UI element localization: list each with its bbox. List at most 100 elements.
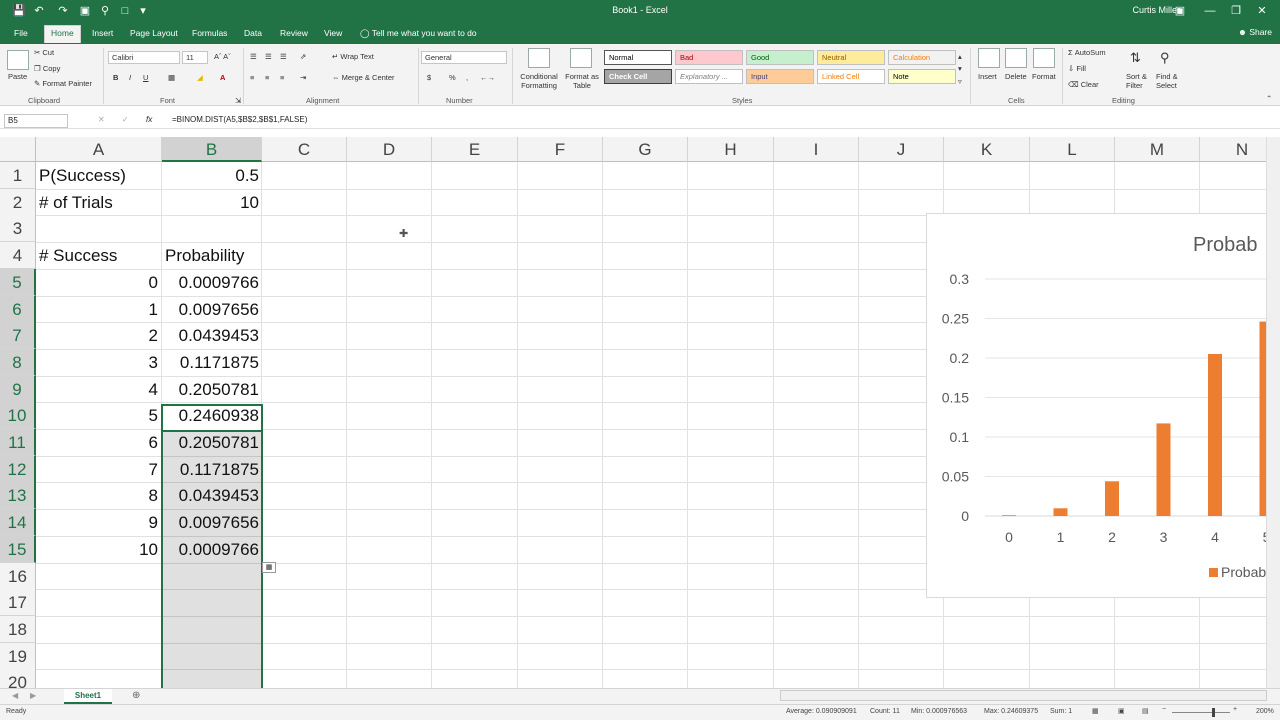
- quick-analysis-icon[interactable]: ▦: [262, 562, 276, 573]
- find-select-button[interactable]: Find & Select: [1156, 72, 1186, 90]
- row-header-8[interactable]: 8: [0, 348, 36, 376]
- percent-button[interactable]: %: [449, 73, 456, 82]
- find-icon[interactable]: ⚲: [1160, 50, 1170, 66]
- column-header-d[interactable]: D: [347, 137, 432, 162]
- zoom-in-icon[interactable]: +: [1233, 706, 1237, 713]
- restore-icon[interactable]: ❐: [1226, 3, 1246, 19]
- zoom-slider-thumb[interactable]: [1212, 708, 1215, 717]
- sort-filter-button[interactable]: Sort & Filter: [1126, 72, 1156, 90]
- number-format-box[interactable]: General: [421, 51, 507, 64]
- page-break-view-icon[interactable]: ▤: [1142, 707, 1149, 715]
- tab-home[interactable]: Home: [44, 25, 81, 43]
- wrap-text-button[interactable]: ↵ Wrap Text: [332, 52, 374, 61]
- tab-data[interactable]: Data: [238, 26, 268, 44]
- format-cells-icon[interactable]: [1033, 48, 1055, 68]
- style-check-cell[interactable]: Check Cell: [604, 69, 672, 84]
- column-header-e[interactable]: E: [432, 137, 518, 162]
- autosum-button[interactable]: Σ AutoSum: [1068, 48, 1106, 57]
- align-bottom-icon[interactable]: ☰: [280, 52, 287, 61]
- copy-button[interactable]: ❐ Copy: [34, 64, 60, 73]
- cell-b13[interactable]: 0.0439453: [162, 482, 263, 509]
- insert-cells-button[interactable]: Insert: [978, 72, 997, 81]
- column-header-m[interactable]: M: [1115, 137, 1200, 162]
- cell-b15[interactable]: 0.0009766: [162, 536, 263, 563]
- page-layout-view-icon[interactable]: ▣: [1118, 707, 1125, 715]
- tab-formulas[interactable]: Formulas: [186, 26, 233, 44]
- ribbon-display-icon[interactable]: ▣: [1170, 3, 1190, 19]
- cell-b12[interactable]: 0.1171875: [162, 456, 263, 483]
- normal-view-icon[interactable]: ▦: [1092, 707, 1099, 715]
- format-table-icon[interactable]: [570, 48, 592, 68]
- row-header-13[interactable]: 13: [0, 482, 36, 510]
- name-box[interactable]: B5: [4, 114, 68, 128]
- fill-color-icon[interactable]: ◢: [197, 73, 203, 82]
- row-header-6[interactable]: 6: [0, 295, 36, 323]
- cell-a2[interactable]: # of Trials: [36, 189, 162, 216]
- row-header-9[interactable]: 9: [0, 375, 36, 403]
- decimal-icon[interactable]: ←→: [480, 73, 495, 82]
- share-button[interactable]: ☻ Share: [1238, 27, 1272, 37]
- cell-b6[interactable]: 0.0097656: [162, 296, 263, 323]
- column-header-c[interactable]: C: [262, 137, 347, 162]
- clear-button[interactable]: ⌫ Clear: [1068, 80, 1099, 89]
- sheet-tab-sheet1[interactable]: Sheet1: [64, 689, 112, 704]
- cell-a15[interactable]: 10: [36, 536, 162, 563]
- align-middle-icon[interactable]: ☰: [265, 52, 272, 61]
- tab-file[interactable]: File: [8, 26, 34, 44]
- paste-icon[interactable]: [7, 50, 29, 70]
- cell-a14[interactable]: 9: [36, 509, 162, 536]
- row-header-4[interactable]: 4: [0, 242, 36, 270]
- cell-b7[interactable]: 0.0439453: [162, 322, 263, 349]
- align-top-icon[interactable]: ☰: [250, 52, 257, 61]
- zoom-out-icon[interactable]: −: [1162, 706, 1166, 713]
- underline-button[interactable]: U: [143, 73, 148, 82]
- cell-a12[interactable]: 7: [36, 456, 162, 483]
- worksheet-grid[interactable]: ABCDEFGHIJKLMN 1 2 3 4 5 6 7 8 9 10 11 12 13 14 15 16 17…: [0, 137, 1266, 688]
- fill-button[interactable]: ⇩ Fill: [1068, 64, 1086, 73]
- merge-center-button[interactable]: ⇔ Merge & Center: [332, 73, 395, 82]
- column-header-l[interactable]: L: [1030, 137, 1115, 162]
- column-header-k[interactable]: K: [944, 137, 1030, 162]
- cell-a8[interactable]: 3: [36, 349, 162, 376]
- cell-a9[interactable]: 4: [36, 376, 162, 403]
- cell-a10[interactable]: 5: [36, 402, 162, 429]
- row-header-7[interactable]: 7: [0, 322, 36, 350]
- horizontal-scrollbar[interactable]: [780, 690, 1267, 701]
- tab-page-layout[interactable]: Page Layout: [124, 26, 184, 44]
- style-good[interactable]: Good: [746, 50, 814, 65]
- cell-b10[interactable]: 0.2460938: [162, 402, 263, 429]
- paste-button[interactable]: Paste: [8, 72, 27, 81]
- chart-bar-1[interactable]: [1053, 508, 1068, 516]
- orientation-icon[interactable]: ⇗: [300, 52, 306, 61]
- formula-input[interactable]: =BINOM.DIST(A5,$B$2,$B$1,FALSE): [172, 115, 307, 124]
- cell-a6[interactable]: 1: [36, 296, 162, 323]
- style-explanatory[interactable]: Explanatory ...: [675, 69, 743, 84]
- row-header-14[interactable]: 14: [0, 509, 36, 537]
- chart-bar-2[interactable]: [1105, 481, 1119, 516]
- tell-me-box[interactable]: ◯ Tell me what you want to do: [354, 26, 483, 44]
- cell-a5[interactable]: 0: [36, 269, 162, 296]
- chart-object[interactable]: Probab 0.30.250.20.150.10.050012345 Prob…: [926, 213, 1266, 598]
- borders-icon[interactable]: ▦: [168, 73, 175, 82]
- row-header-19[interactable]: 19: [0, 642, 36, 670]
- tab-view[interactable]: View: [318, 26, 348, 44]
- gallery-more-icon[interactable]: ▿: [958, 77, 962, 86]
- enter-icon[interactable]: ✓: [122, 115, 129, 124]
- row-header-12[interactable]: 12: [0, 455, 36, 483]
- cell-a11[interactable]: 6: [36, 429, 162, 456]
- column-header-b[interactable]: B: [162, 137, 262, 162]
- align-left-icon[interactable]: ≡: [250, 73, 254, 82]
- cell-a7[interactable]: 2: [36, 322, 162, 349]
- cell-a4[interactable]: # Success: [36, 242, 162, 269]
- column-header-g[interactable]: G: [603, 137, 688, 162]
- sort-filter-icon[interactable]: ⇅: [1130, 50, 1141, 66]
- cancel-icon[interactable]: ✕: [98, 115, 105, 124]
- row-header-11[interactable]: 11: [0, 429, 36, 456]
- new-sheet-icon[interactable]: ⊕: [132, 690, 140, 701]
- next-sheet-icon[interactable]: ▶: [30, 691, 36, 700]
- cell-b11[interactable]: 0.2050781: [162, 429, 263, 456]
- cell-a13[interactable]: 8: [36, 482, 162, 509]
- delete-cells-button[interactable]: Delete: [1005, 72, 1027, 81]
- format-painter-button[interactable]: ✎ Format Painter: [34, 79, 92, 88]
- column-header-n[interactable]: N: [1200, 137, 1266, 162]
